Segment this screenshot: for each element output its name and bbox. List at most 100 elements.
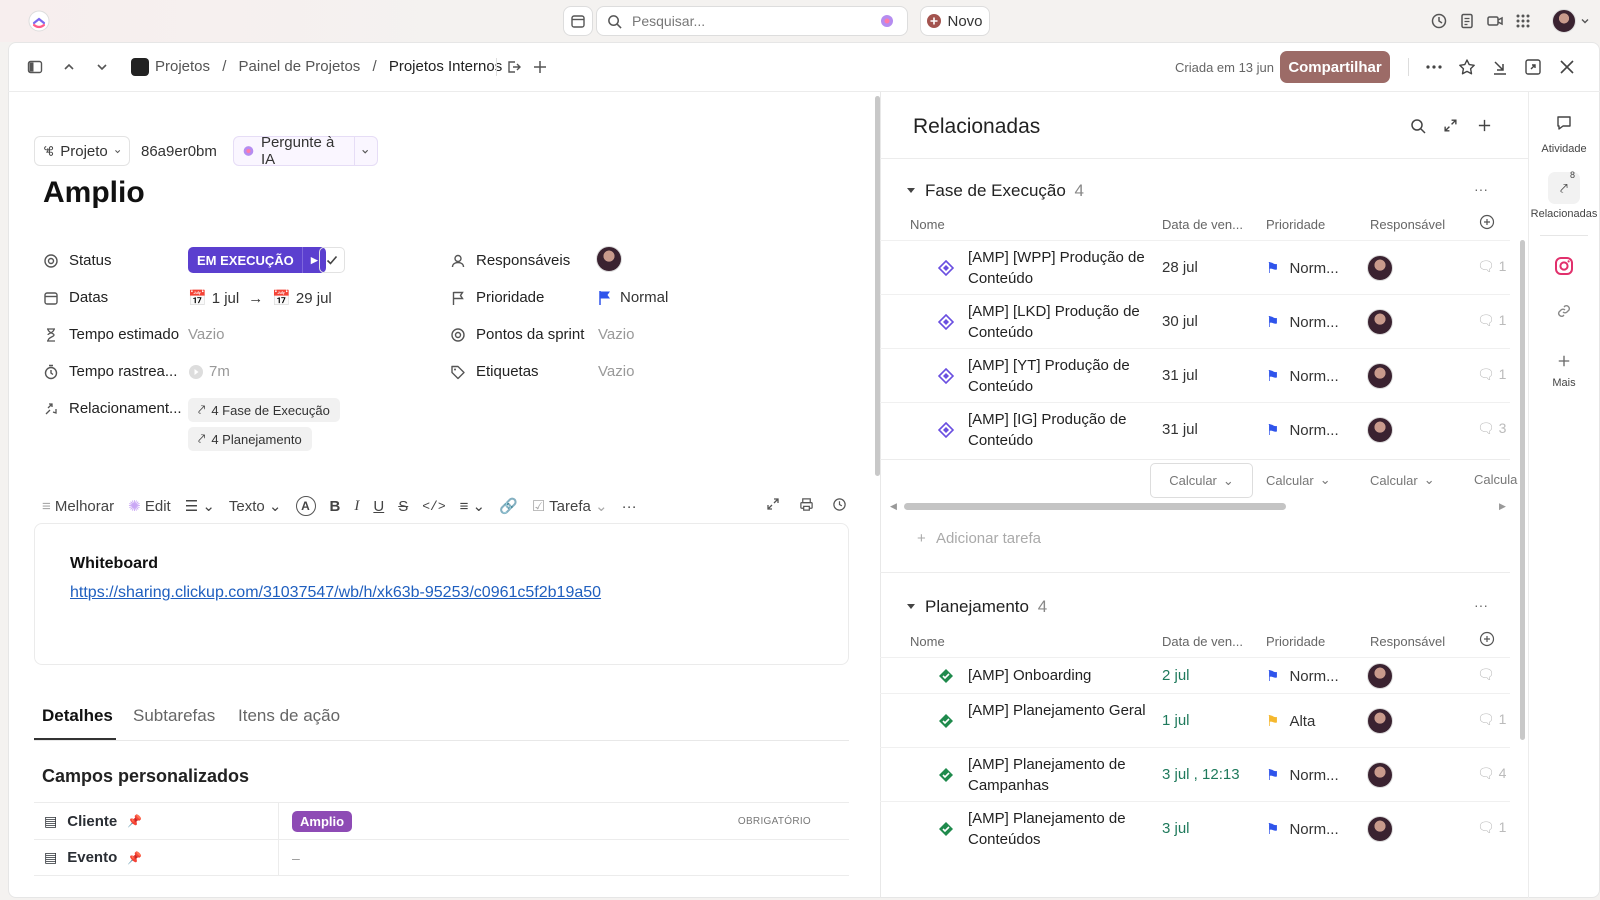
group-title-planejamento[interactable]: Planejamento 4 [925, 597, 1047, 617]
chevron-down-icon[interactable] [1580, 16, 1590, 26]
new-button[interactable]: Novo [920, 6, 990, 36]
horizontal-scrollbar[interactable]: ◀ ▶ [890, 500, 1510, 512]
relation-chip-execucao[interactable]: ⤤ 4 Fase de Execução [188, 398, 340, 422]
align-icon[interactable]: ≡ ⌄ [460, 497, 486, 515]
column-header-priority[interactable]: Prioridade [1266, 634, 1325, 649]
calculate-assignee[interactable]: Calcular ⌄ [1370, 472, 1435, 488]
search-icon[interactable] [1410, 118, 1426, 134]
link-icon[interactable] [1556, 303, 1572, 319]
print-icon[interactable] [799, 497, 814, 512]
user-avatar[interactable] [1552, 9, 1576, 33]
breadcrumb-projetos[interactable]: Projetos [155, 58, 210, 75]
whiteboard-link[interactable]: https://sharing.clickup.com/31037547/wb/… [70, 584, 601, 602]
add-column-icon[interactable] [1479, 214, 1495, 230]
table-row[interactable]: [AMP] Onboarding 2 jul ⚑ Norm... 🗨 [880, 657, 1510, 693]
priority-value[interactable]: Normal [598, 289, 668, 306]
collapse-caret-icon[interactable] [906, 601, 916, 611]
column-header-due-date[interactable]: Data de ven... [1162, 634, 1243, 649]
column-header-priority[interactable]: Prioridade [1266, 217, 1325, 232]
column-header-name[interactable]: Nome [910, 634, 945, 649]
link-icon[interactable]: 🔗 [499, 497, 518, 515]
tags-value[interactable]: Vazio [598, 363, 634, 380]
breadcrumb-projetos-internos[interactable]: Projetos Internos [389, 58, 502, 75]
column-header-assignee[interactable]: Responsável [1370, 217, 1445, 232]
calculate-date[interactable]: Calcular ⌄ [1150, 463, 1253, 498]
task-title[interactable]: Amplio [43, 176, 145, 210]
group-more-icon[interactable]: ··· [1474, 597, 1488, 613]
minimize-icon[interactable] [1491, 58, 1509, 76]
more-icon[interactable] [1425, 58, 1443, 76]
column-header-due-date[interactable]: Data de ven... [1162, 217, 1243, 232]
collapse-caret-icon[interactable] [906, 185, 916, 195]
expand-icon[interactable] [1443, 118, 1458, 133]
table-row[interactable]: [AMP] [WPP] Produção de Conteúdo 28 jul … [880, 240, 1510, 294]
history-icon[interactable] [832, 497, 847, 512]
expand-icon[interactable] [1524, 58, 1542, 76]
complete-check-button[interactable] [319, 247, 345, 273]
right-scrollbar[interactable] [1520, 240, 1525, 740]
list-format-button[interactable]: ☰ ⌄ [185, 497, 215, 515]
chevron-up-icon[interactable] [62, 60, 76, 74]
event-value[interactable]: – [292, 850, 300, 866]
star-icon[interactable] [1458, 58, 1476, 76]
clock-icon[interactable] [1430, 12, 1448, 30]
add-column-icon[interactable] [1479, 631, 1495, 647]
improve-button[interactable]: ≡ Melhorar [42, 498, 114, 515]
notepad-icon[interactable] [1458, 12, 1476, 30]
share-button[interactable]: Compartilhar [1280, 51, 1390, 83]
search-input[interactable]: Pesquisar... [596, 6, 908, 36]
tab-itens-de-acao[interactable]: Itens de ação [238, 706, 340, 726]
task-button[interactable]: ☑ Tarefa ⌄ [532, 497, 608, 515]
tab-detalhes[interactable]: Detalhes [42, 706, 113, 726]
more-icon[interactable]: ··· [622, 498, 637, 515]
table-row[interactable]: [AMP] [YT] Produção de Conteúdo 31 jul ⚑… [880, 348, 1510, 402]
tab-subtarefas[interactable]: Subtarefas [133, 706, 215, 726]
assignee-avatar[interactable] [596, 246, 622, 272]
relation-chip-planejamento[interactable]: ⤤ 4 Planejamento [188, 427, 312, 451]
plus-icon[interactable] [1477, 118, 1492, 133]
code-icon[interactable]: </> [422, 499, 445, 514]
table-row[interactable]: [AMP] Planejamento de Campanhas 3 jul , … [880, 747, 1510, 801]
sidebar-item-related[interactable]: ⤤ 8 [1548, 170, 1580, 204]
activity-icon[interactable] [1555, 114, 1573, 132]
table-row[interactable]: [AMP] Planejamento Geral 1 jul ⚑ Alta 🗨 1 [880, 693, 1510, 747]
video-icon[interactable] [1486, 12, 1504, 30]
sidebar-toggle-icon[interactable] [27, 59, 43, 75]
chevron-down-icon[interactable] [95, 60, 109, 74]
move-icon[interactable] [506, 59, 522, 75]
expand-icon[interactable] [766, 497, 780, 511]
sprint-value[interactable]: Vazio [598, 326, 634, 343]
strikethrough-icon[interactable]: S [398, 498, 408, 515]
edit-ai-button[interactable]: ✺ Edit [128, 497, 171, 515]
tracked-value[interactable]: 7m [188, 363, 230, 380]
add-task-button[interactable]: + Adicionar tarefa [917, 530, 1041, 547]
sidebar-item-activity[interactable]: Atividade [1528, 143, 1600, 155]
task-id[interactable]: 86a9er0bm [133, 136, 223, 166]
calendar-button[interactable] [563, 6, 593, 36]
instagram-icon[interactable] [1554, 256, 1574, 276]
bold-icon[interactable]: B [330, 498, 341, 515]
status-badge[interactable]: EM EXECUÇÃO ▸ [188, 247, 326, 273]
underline-icon[interactable]: U [373, 498, 384, 515]
table-row[interactable]: [AMP] Planejamento de Conteúdos 3 jul ⚑ N… [880, 801, 1510, 855]
column-header-name[interactable]: Nome [910, 217, 945, 232]
sidebar-item-more[interactable]: Mais [1528, 377, 1600, 389]
apps-grid-icon[interactable] [1514, 12, 1532, 30]
column-header-assignee[interactable]: Responsável [1370, 634, 1445, 649]
close-icon[interactable] [1558, 58, 1576, 76]
plus-icon[interactable] [1557, 354, 1571, 368]
table-row[interactable]: [AMP] [LKD] Produção de Conteúdo 30 jul … [880, 294, 1510, 348]
group-title-execucao[interactable]: Fase de Execução 4 [925, 181, 1084, 201]
italic-icon[interactable]: I [354, 498, 359, 515]
client-tag[interactable]: Amplio [292, 810, 353, 832]
calculate-comments[interactable]: Calcular [1474, 472, 1518, 487]
ask-ai-button[interactable]: Pergunte à IA [233, 134, 378, 168]
text-format-dropdown[interactable]: Texto ⌄ [229, 497, 282, 515]
ai-sparkle-icon[interactable] [879, 13, 895, 29]
task-type-dropdown[interactable]: Projeto [34, 136, 130, 166]
breadcrumb-painel[interactable]: Painel de Projetos [239, 58, 361, 75]
dates-value[interactable]: 📅 1 jul → 📅 29 jul [188, 289, 332, 308]
calculate-priority[interactable]: Calcular ⌄ [1266, 472, 1331, 488]
table-row[interactable]: [AMP] [IG] Produção de Conteúdo 31 jul ⚑… [880, 402, 1510, 456]
clickup-logo[interactable] [28, 10, 50, 32]
